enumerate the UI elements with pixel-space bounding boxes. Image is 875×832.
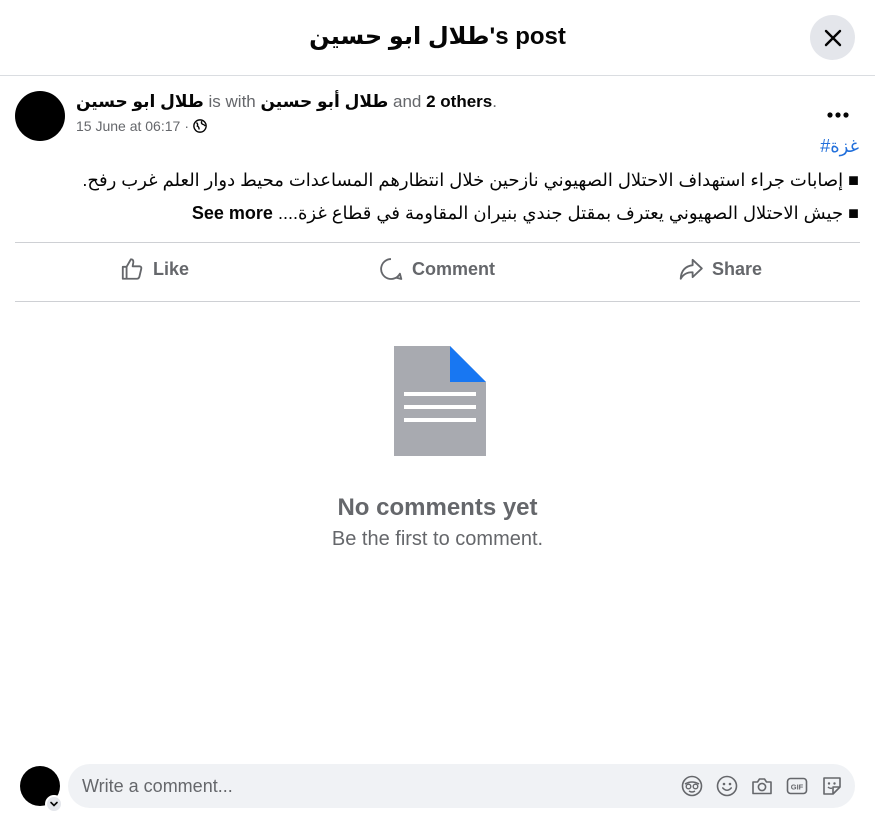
post-timestamp[interactable]: 15 June at 06:17 — [76, 118, 180, 134]
avatar-sticker-button[interactable] — [681, 775, 703, 797]
like-label: Like — [153, 258, 190, 279]
post-meta: 15 June at 06:17 · — [76, 118, 207, 134]
thumbs-up-icon — [121, 258, 143, 280]
close-button[interactable] — [810, 15, 855, 60]
camera-icon — [752, 778, 772, 795]
empty-state-subtitle: Be the first to comment. — [331, 528, 544, 550]
emoji-button[interactable] — [716, 775, 738, 797]
sticker-button[interactable] — [821, 775, 843, 797]
post-text-line: ■ إصابات جراء استهداف الاحتلال الصهيوني … — [82, 170, 859, 190]
svg-text:GIF: GIF — [791, 783, 804, 792]
share-label: Share — [712, 258, 763, 279]
close-icon — [824, 29, 841, 46]
avatar-sticker-icon — [681, 775, 703, 797]
post-options-button[interactable] — [822, 101, 854, 129]
and-text: and — [393, 92, 422, 111]
emoji-icon — [716, 775, 738, 797]
photo-button[interactable] — [751, 775, 773, 797]
like-button[interactable]: Like — [119, 252, 189, 286]
with-text: is with — [208, 92, 256, 111]
globe-icon[interactable] — [193, 119, 207, 133]
empty-state-title: No comments yet — [337, 494, 538, 521]
post-text-line: ■ جيش الاحتلال الصهيوني يعترف بمقتل جندي… — [192, 203, 859, 224]
tagged-name[interactable]: طلال أبو حسين — [260, 92, 388, 111]
post-text-line-content: ■ جيش الاحتلال الصهيوني يعترف بمقتل جندي… — [277, 203, 859, 223]
dialog-title: طلال ابو حسين's post — [309, 23, 566, 50]
dialog-header: طلال ابو حسين's post — [0, 0, 875, 76]
comment-icon — [380, 258, 403, 280]
period: . — [492, 92, 497, 111]
meta-separator: · — [184, 118, 189, 134]
more-icon — [827, 112, 849, 118]
chevron-down-icon — [50, 801, 58, 807]
gif-button[interactable]: GIF — [786, 775, 808, 797]
share-icon — [679, 258, 703, 280]
comment-label: Comment — [412, 258, 496, 279]
author-name[interactable]: طلال ابو حسين — [76, 92, 204, 111]
profile-switcher[interactable] — [45, 795, 63, 813]
hashtag-link[interactable]: #غزة — [820, 136, 859, 157]
comment-composer: GIF — [68, 764, 855, 808]
divider — [15, 301, 860, 302]
others-link[interactable]: 2 others — [426, 92, 492, 111]
divider — [15, 242, 860, 243]
sticker-icon — [823, 777, 841, 795]
author-avatar[interactable] — [15, 91, 65, 141]
comment-input[interactable] — [82, 764, 642, 808]
see-more-link[interactable]: See more — [192, 203, 273, 223]
share-button[interactable]: Share — [678, 252, 762, 286]
document-icon — [394, 346, 486, 456]
gif-icon: GIF — [786, 777, 808, 795]
comment-button[interactable]: Comment — [378, 252, 495, 286]
author-line: طلال ابو حسين is with طلال أبو حسين and … — [76, 92, 497, 112]
